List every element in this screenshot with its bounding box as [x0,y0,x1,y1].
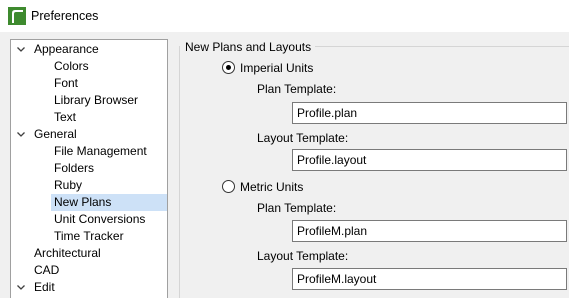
tree-item-label: Text [54,110,77,124]
group-border [179,46,180,298]
tree-item-label: Ruby [54,178,83,192]
tree-item-file-management[interactable]: File Management [11,143,167,160]
tree-item-cad[interactable]: CAD [11,262,167,279]
tree-item-label: Colors [54,59,89,73]
chevron-down-icon[interactable] [16,279,26,296]
tree-item-label: Architectural [34,246,101,260]
tree-item-library-browser[interactable]: Library Browser [11,92,167,109]
tree-item-label: New Plans [51,194,167,211]
metric-units-radio[interactable] [222,180,235,193]
metric-plan-template-label: Plan Template: [257,201,337,215]
tree-item-label: Font [54,76,79,90]
tree-item-label: Appearance [34,42,99,56]
metric-plan-template-field[interactable]: ProfileM.plan [292,220,567,242]
imperial-plan-template-field[interactable]: Profile.plan [292,102,567,124]
tree-item-unit-conversions[interactable]: Unit Conversions [11,211,167,228]
tree-item-font[interactable]: Font [11,75,167,92]
chevron-down-icon[interactable] [16,126,26,143]
title-bar: Preferences [0,0,569,33]
tree-item-label: Time Tracker [54,229,124,243]
tree-item-text[interactable]: Text [11,109,167,126]
preferences-tree[interactable]: Appearance Colors Font Library Browser T… [10,39,168,298]
metric-units-label[interactable]: Metric Units [240,180,303,194]
tree-item-new-plans[interactable]: New Plans [11,194,167,211]
tree-item-label: Library Browser [54,93,139,107]
tree-item-general[interactable]: General [11,126,167,143]
tree-item-label: General [34,127,77,141]
tree-item-label: File Management [54,144,147,158]
radio-selected-dot [226,65,231,70]
tree-item-label: Unit Conversions [54,212,146,226]
imperial-layout-template-field[interactable]: Profile.layout [292,149,567,171]
group-title: New Plans and Layouts [185,40,316,54]
tree-item-label: Folders [54,161,95,175]
imperial-units-radio[interactable] [222,61,235,74]
tree-item-label: CAD [34,263,60,277]
preferences-window: Preferences Appearance Colors Font Libra… [0,0,569,298]
tree-item-ruby[interactable]: Ruby [11,177,167,194]
tree-item-architectural[interactable]: Architectural [11,245,167,262]
tree-item-colors[interactable]: Colors [11,58,167,75]
tree-item-label: Edit [34,280,55,294]
metric-layout-template-field[interactable]: ProfileM.layout [292,268,567,290]
chevron-down-icon[interactable] [16,41,26,58]
tree-item-folders[interactable]: Folders [11,160,167,177]
imperial-units-label[interactable]: Imperial Units [240,61,313,75]
tree-item-appearance[interactable]: Appearance [11,41,167,58]
app-logo-icon [8,7,26,25]
window-title: Preferences [31,9,99,23]
metric-layout-template-label: Layout Template: [257,249,349,263]
tree-item-time-tracker[interactable]: Time Tracker [11,228,167,245]
imperial-layout-template-label: Layout Template: [257,131,349,145]
imperial-plan-template-label: Plan Template: [257,82,337,96]
tree-item-edit[interactable]: Edit [11,279,167,296]
